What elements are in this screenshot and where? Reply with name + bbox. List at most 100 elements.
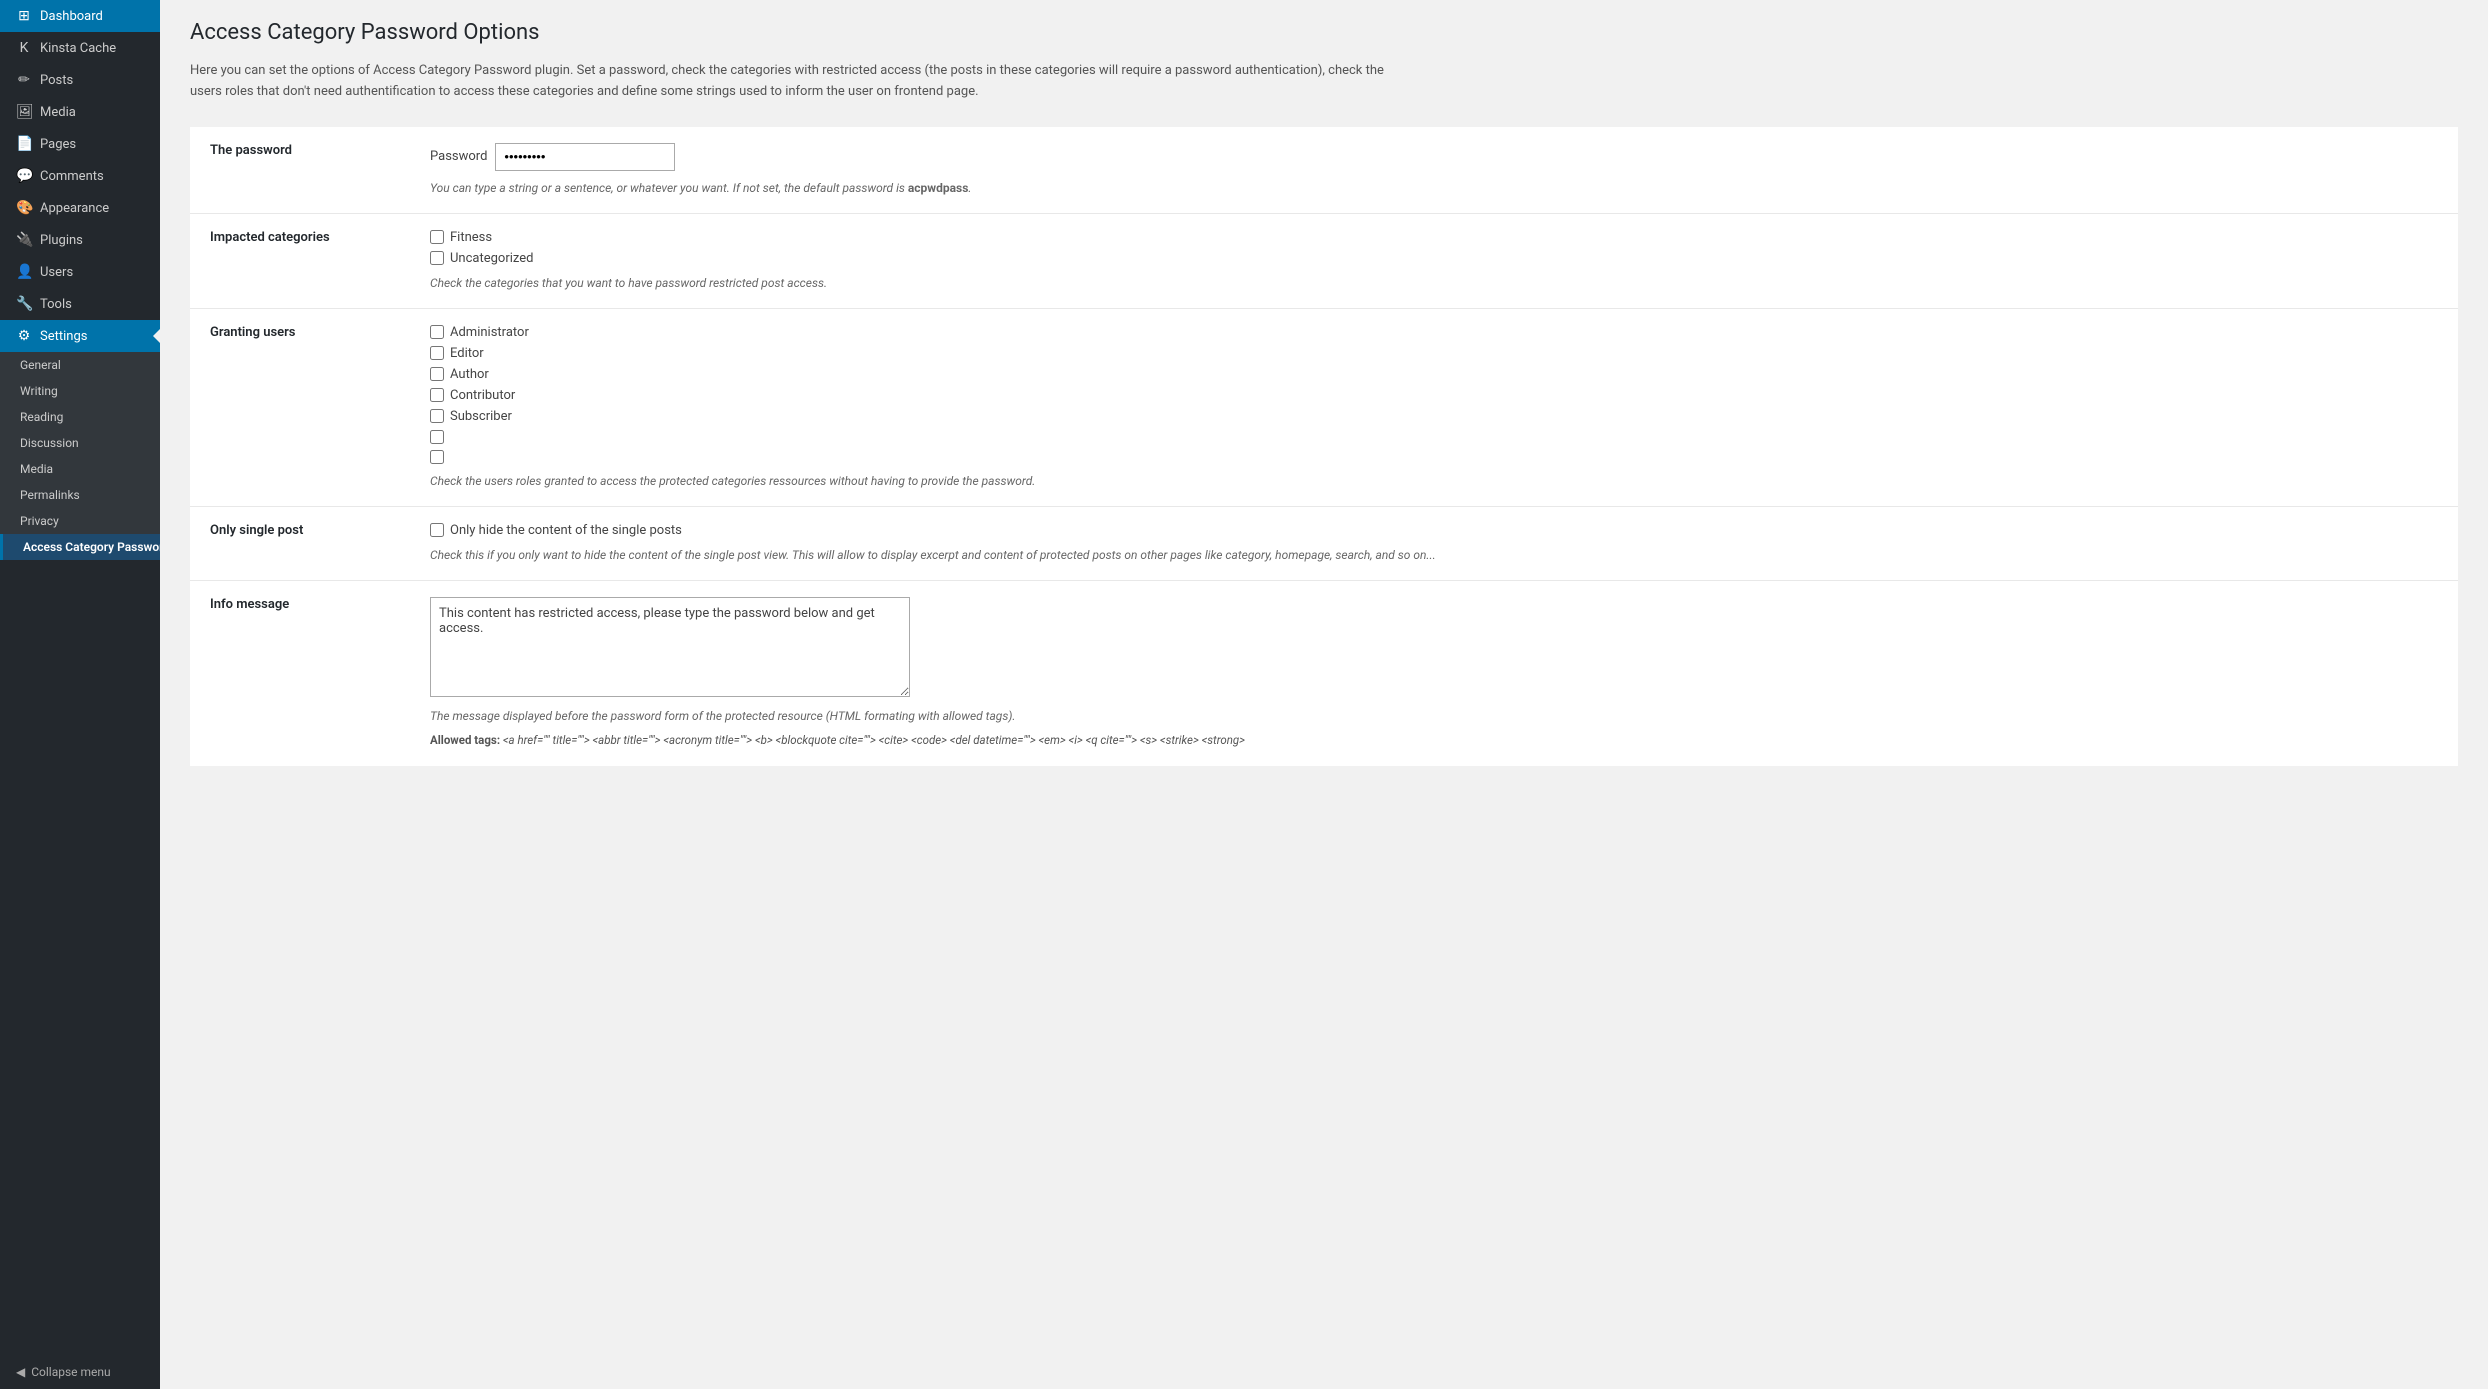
submenu-permalinks[interactable]: Permalinks [0, 482, 160, 508]
single-post-checkbox[interactable] [430, 523, 444, 537]
sidebar: ⊞ Dashboard K Kinsta Cache ✏ Posts 🖼 Med… [0, 0, 160, 1389]
sidebar-item-comments[interactable]: 💬 Comments [0, 160, 160, 192]
allowed-tags: Allowed tags: <a href="" title=""> <abbr… [430, 731, 2438, 751]
category-uncategorized[interactable]: Uncategorized [430, 251, 2438, 266]
plugins-icon: 🔌 [16, 232, 32, 248]
sidebar-item-users[interactable]: 👤 Users [0, 256, 160, 288]
users-icon: 👤 [16, 264, 32, 280]
sidebar-item-dashboard[interactable]: ⊞ Dashboard [0, 0, 160, 32]
single-post-cell: Only hide the content of the single post… [410, 506, 2458, 580]
granting-users-list: Administrator Editor Author Contributor [430, 325, 2438, 464]
sidebar-item-tools[interactable]: 🔧 Tools [0, 288, 160, 320]
collapse-icon: ◀ [16, 1365, 25, 1379]
sidebar-item-label: Dashboard [40, 9, 103, 24]
role-subscriber-checkbox[interactable] [430, 409, 444, 423]
category-fitness-label: Fitness [450, 230, 492, 245]
sidebar-item-appearance[interactable]: 🎨 Appearance [0, 192, 160, 224]
single-post-label: Only single post [190, 506, 410, 580]
collapse-label: Collapse menu [31, 1365, 110, 1379]
options-table: The password Password You can type a str… [190, 127, 2458, 767]
password-field-wrap: Password [430, 143, 2438, 171]
info-message-label: Info message [190, 580, 410, 766]
kinsta-icon: K [16, 40, 32, 56]
collapse-menu[interactable]: ◀ Collapse menu [0, 1355, 160, 1389]
settings-arrow [153, 328, 161, 344]
role-author-checkbox[interactable] [430, 367, 444, 381]
sidebar-item-posts[interactable]: ✏ Posts [0, 64, 160, 96]
submenu-access-category-password[interactable]: Access Category Password [0, 534, 160, 560]
role-contributor[interactable]: Contributor [430, 388, 2438, 403]
media-icon: 🖼 [16, 104, 32, 120]
role-administrator[interactable]: Administrator [430, 325, 2438, 340]
allowed-tags-value: <a href="" title=""> <abbr title=""> <ac… [503, 733, 1245, 747]
categories-hint: Check the categories that you want to ha… [430, 274, 2438, 292]
role-contributor-checkbox[interactable] [430, 388, 444, 402]
categories-row: Impacted categories Fitness Uncategorize… [190, 213, 2458, 308]
role-editor[interactable]: Editor [430, 346, 2438, 361]
role-extra-1[interactable] [430, 430, 2438, 444]
comments-icon: 💬 [16, 168, 32, 184]
appearance-icon: 🎨 [16, 200, 32, 216]
sidebar-item-plugins[interactable]: 🔌 Plugins [0, 224, 160, 256]
password-hint: You can type a string or a sentence, or … [430, 179, 2438, 197]
allowed-tags-label: Allowed tags: [430, 733, 500, 747]
sidebar-item-pages[interactable]: 📄 Pages [0, 128, 160, 160]
categories-label: Impacted categories [190, 213, 410, 308]
single-post-checkbox-label: Only hide the content of the single post… [450, 523, 682, 538]
sidebar-item-label: Settings [40, 329, 87, 344]
sidebar-item-kinsta[interactable]: K Kinsta Cache [0, 32, 160, 64]
password-cell: Password You can type a string or a sent… [410, 127, 2458, 214]
settings-submenu: General Writing Reading Discussion Media… [0, 352, 160, 560]
role-contributor-label: Contributor [450, 388, 515, 403]
category-fitness-checkbox[interactable] [430, 230, 444, 244]
category-fitness[interactable]: Fitness [430, 230, 2438, 245]
submenu-reading[interactable]: Reading [0, 404, 160, 430]
role-administrator-label: Administrator [450, 325, 529, 340]
info-message-cell: This content has restricted access, plea… [410, 580, 2458, 766]
role-extra-2[interactable] [430, 450, 2438, 464]
sidebar-item-label: Comments [40, 169, 104, 184]
sidebar-item-media[interactable]: 🖼 Media [0, 96, 160, 128]
role-editor-checkbox[interactable] [430, 346, 444, 360]
tools-icon: 🔧 [16, 296, 32, 312]
sidebar-item-label: Tools [40, 297, 72, 312]
sidebar-item-label: Media [40, 105, 76, 120]
role-author[interactable]: Author [430, 367, 2438, 382]
page-description: Here you can set the options of Access C… [190, 61, 1390, 103]
granting-users-hint: Check the users roles granted to access … [430, 472, 2438, 490]
submenu-discussion[interactable]: Discussion [0, 430, 160, 456]
role-extra-1-checkbox[interactable] [430, 430, 444, 444]
categories-list: Fitness Uncategorized [430, 230, 2438, 266]
sidebar-item-label: Pages [40, 137, 76, 152]
role-administrator-checkbox[interactable] [430, 325, 444, 339]
page-title: Access Category Password Options [190, 20, 2458, 45]
single-post-hint: Check this if you only want to hide the … [430, 546, 2438, 564]
role-extra-2-checkbox[interactable] [430, 450, 444, 464]
sidebar-item-settings[interactable]: ⚙ Settings [0, 320, 160, 352]
submenu-privacy[interactable]: Privacy [0, 508, 160, 534]
sidebar-item-label: Plugins [40, 233, 83, 248]
dashboard-icon: ⊞ [16, 8, 32, 24]
role-subscriber[interactable]: Subscriber [430, 409, 2438, 424]
submenu-general[interactable]: General [0, 352, 160, 378]
role-author-label: Author [450, 367, 489, 382]
sidebar-item-label: Kinsta Cache [40, 41, 116, 56]
sidebar-item-label: Posts [40, 73, 73, 88]
password-input[interactable] [495, 143, 675, 171]
category-uncategorized-label: Uncategorized [450, 251, 533, 266]
category-uncategorized-checkbox[interactable] [430, 251, 444, 265]
categories-cell: Fitness Uncategorized Check the categori… [410, 213, 2458, 308]
settings-icon: ⚙ [16, 328, 32, 344]
posts-icon: ✏ [16, 72, 32, 88]
password-label: The password [190, 127, 410, 214]
main-content: Access Category Password Options Here yo… [160, 0, 2488, 1389]
submenu-writing[interactable]: Writing [0, 378, 160, 404]
single-post-checkbox-item[interactable]: Only hide the content of the single post… [430, 523, 2438, 538]
role-editor-label: Editor [450, 346, 484, 361]
single-post-row: Only single post Only hide the content o… [190, 506, 2458, 580]
password-field-label: Password [430, 149, 487, 164]
granting-users-label: Granting users [190, 308, 410, 506]
info-message-textarea[interactable]: This content has restricted access, plea… [430, 597, 910, 697]
granting-users-row: Granting users Administrator Editor Auth… [190, 308, 2458, 506]
submenu-media[interactable]: Media [0, 456, 160, 482]
